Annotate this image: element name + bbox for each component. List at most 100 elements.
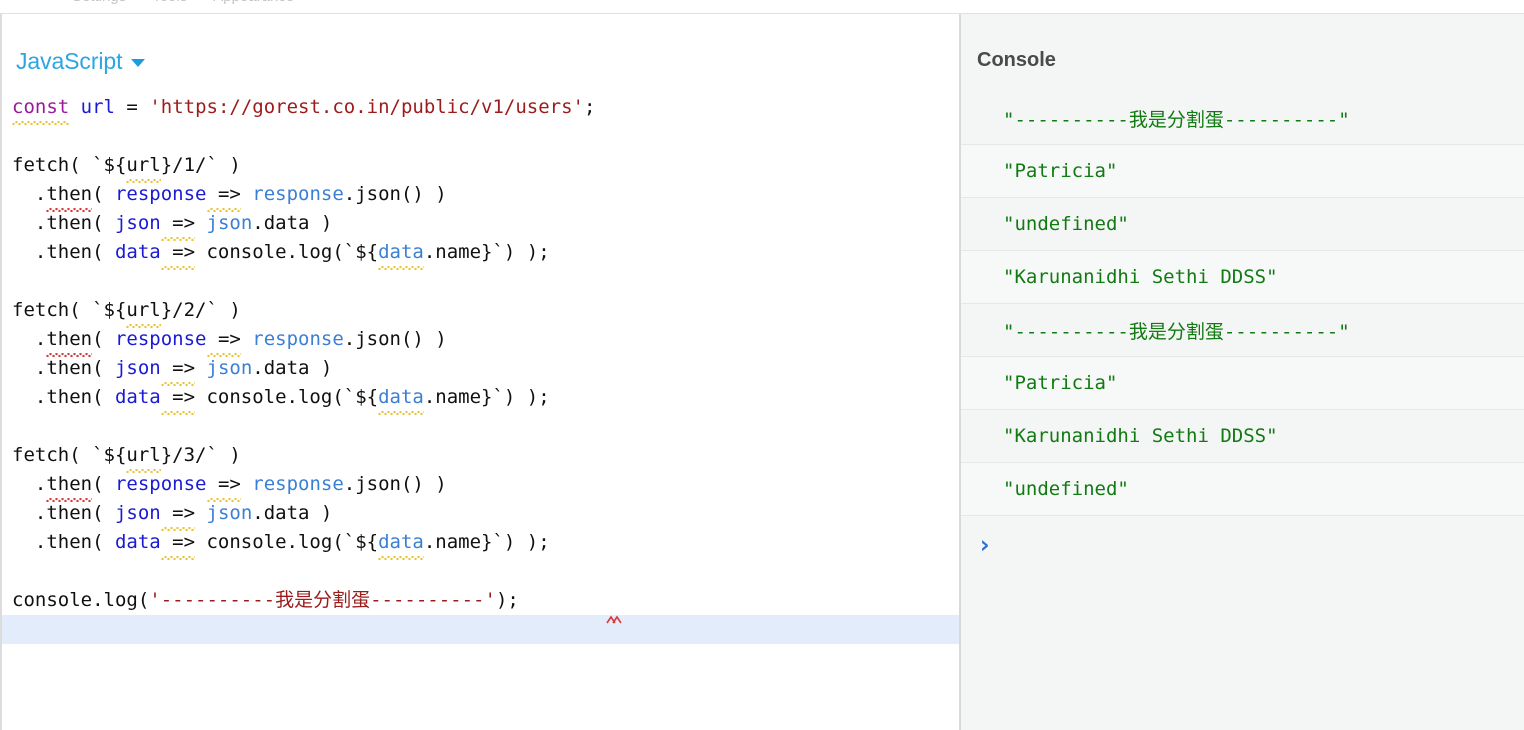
console-row: "Karunanidhi Sethi DDSS" xyxy=(961,410,1524,463)
code-playground: Settings Tools Appearance JavaScript con… xyxy=(0,0,1524,730)
code-line[interactable]: .then( data => console.log(`${data.name}… xyxy=(2,528,959,560)
code-token: ); xyxy=(495,589,519,611)
code-token: data xyxy=(114,531,161,553)
toolbar-item-2[interactable]: Appearance xyxy=(213,0,294,5)
code-token: const xyxy=(12,93,70,125)
code-token: url xyxy=(80,96,115,118)
toolbar-item-0[interactable]: Settings xyxy=(72,0,126,5)
code-token: then xyxy=(46,180,92,212)
code-line[interactable] xyxy=(2,557,959,586)
code-token: fetch( `${ xyxy=(12,154,127,176)
code-line[interactable]: .then( response => response.json() ) xyxy=(2,325,959,357)
code-token: json xyxy=(206,212,253,234)
language-label: JavaScript xyxy=(16,48,123,74)
code-token: data xyxy=(378,383,424,415)
code-token: '----------我是分割蛋----------' xyxy=(149,589,496,611)
code-token: ; xyxy=(584,96,596,118)
code-line[interactable]: .then( data => console.log(`${data.name}… xyxy=(2,383,959,415)
code-token: ( xyxy=(92,328,115,350)
code-token: fetch( `${ xyxy=(12,299,127,321)
code-token: }/1/` ) xyxy=(160,154,241,176)
code-token: response xyxy=(252,328,344,350)
code-line[interactable]: .then( data => console.log(`${data.name}… xyxy=(2,238,959,270)
code-token: response xyxy=(252,183,344,205)
code-line[interactable] xyxy=(2,122,959,151)
code-token: .then( xyxy=(12,212,115,234)
console-row: "----------我是分割蛋----------" xyxy=(961,304,1524,357)
code-line[interactable]: .then( json => json.data ) xyxy=(2,354,959,386)
code-line[interactable]: .then( response => response.json() ) xyxy=(2,180,959,212)
code-token: console.log( xyxy=(12,589,150,611)
code-editor-content[interactable]: const url = 'https://gorest.co.in/public… xyxy=(2,93,959,644)
code-token: response xyxy=(114,328,207,350)
code-token: json xyxy=(206,502,253,524)
code-token: => xyxy=(206,325,242,357)
code-token: .then( xyxy=(12,502,115,524)
code-line[interactable]: fetch( `${url}/2/` ) xyxy=(2,296,959,328)
toolbar-item-1[interactable]: Tools xyxy=(152,0,187,5)
code-line[interactable]: .then( response => response.json() ) xyxy=(2,470,959,502)
console-row: "Karunanidhi Sethi DDSS" xyxy=(961,251,1524,304)
code-token: }/3/` ) xyxy=(160,444,241,466)
code-token: .then( xyxy=(12,357,115,379)
code-token: console.log(`${ xyxy=(195,241,379,263)
console-output-list: "----------我是分割蛋----------" "Patricia" "un… xyxy=(961,92,1524,572)
code-token: response xyxy=(252,473,344,495)
top-toolbar-strip: Settings Tools Appearance xyxy=(0,0,1524,13)
code-line-active[interactable] xyxy=(2,615,959,644)
console-row: "----------我是分割蛋----------" xyxy=(961,92,1524,145)
console-row: "Patricia" xyxy=(961,357,1524,410)
code-token: response xyxy=(114,473,207,495)
code-line[interactable]: fetch( `${url}/1/` ) xyxy=(2,151,959,183)
code-token: data xyxy=(114,386,161,408)
code-token: ( xyxy=(92,183,115,205)
code-token: => xyxy=(160,383,196,415)
code-token: response xyxy=(114,183,207,205)
code-token: .then( xyxy=(12,386,115,408)
console-title: Console xyxy=(977,49,1056,71)
code-token: json xyxy=(114,502,161,524)
chevron-down-icon[interactable] xyxy=(131,59,146,67)
code-token: url xyxy=(126,296,162,328)
code-token: data xyxy=(378,528,424,560)
code-token: .name}`) ); xyxy=(423,241,550,263)
code-token: => xyxy=(160,238,196,270)
code-token: .then( xyxy=(12,531,115,553)
console-row: "undefined" xyxy=(961,198,1524,251)
code-line[interactable]: .then( json => json.data ) xyxy=(2,209,959,241)
code-token: = xyxy=(114,96,150,118)
code-token: .json() ) xyxy=(343,328,447,350)
console-row: "Patricia" xyxy=(961,145,1524,198)
editor-pane[interactable]: JavaScript const url = 'https://gorest.c… xyxy=(0,14,959,730)
toolbar-ghost-items: Settings Tools Appearance xyxy=(72,0,294,5)
code-token: . xyxy=(12,473,47,495)
code-token: 'https://gorest.co.in/public/v1/users' xyxy=(149,96,584,118)
code-line[interactable]: fetch( `${url}/3/` ) xyxy=(2,441,959,473)
language-selector[interactable]: JavaScript xyxy=(16,48,146,74)
code-token: json xyxy=(206,357,253,379)
code-token: data xyxy=(378,238,424,270)
code-line[interactable]: .then( json => json.data ) xyxy=(2,499,959,531)
code-token: .then( xyxy=(12,241,115,263)
code-token: .json() ) xyxy=(343,183,447,205)
code-token: => xyxy=(160,499,196,531)
code-line[interactable] xyxy=(2,267,959,296)
code-token: ( xyxy=(92,473,115,495)
code-token: url xyxy=(126,441,162,473)
code-token: data xyxy=(114,241,161,263)
code-token: => xyxy=(160,209,196,241)
code-line[interactable]: console.log('----------我是分割蛋----------')… xyxy=(2,586,959,615)
code-token: }/2/` ) xyxy=(160,299,241,321)
code-line[interactable]: const url = 'https://gorest.co.in/public… xyxy=(2,93,959,125)
console-prompt[interactable]: › xyxy=(961,516,1524,572)
code-line[interactable] xyxy=(2,412,959,441)
code-token: => xyxy=(206,180,242,212)
code-token: then xyxy=(46,470,92,502)
code-token: json xyxy=(114,212,161,234)
code-token: .name}`) ); xyxy=(423,531,550,553)
